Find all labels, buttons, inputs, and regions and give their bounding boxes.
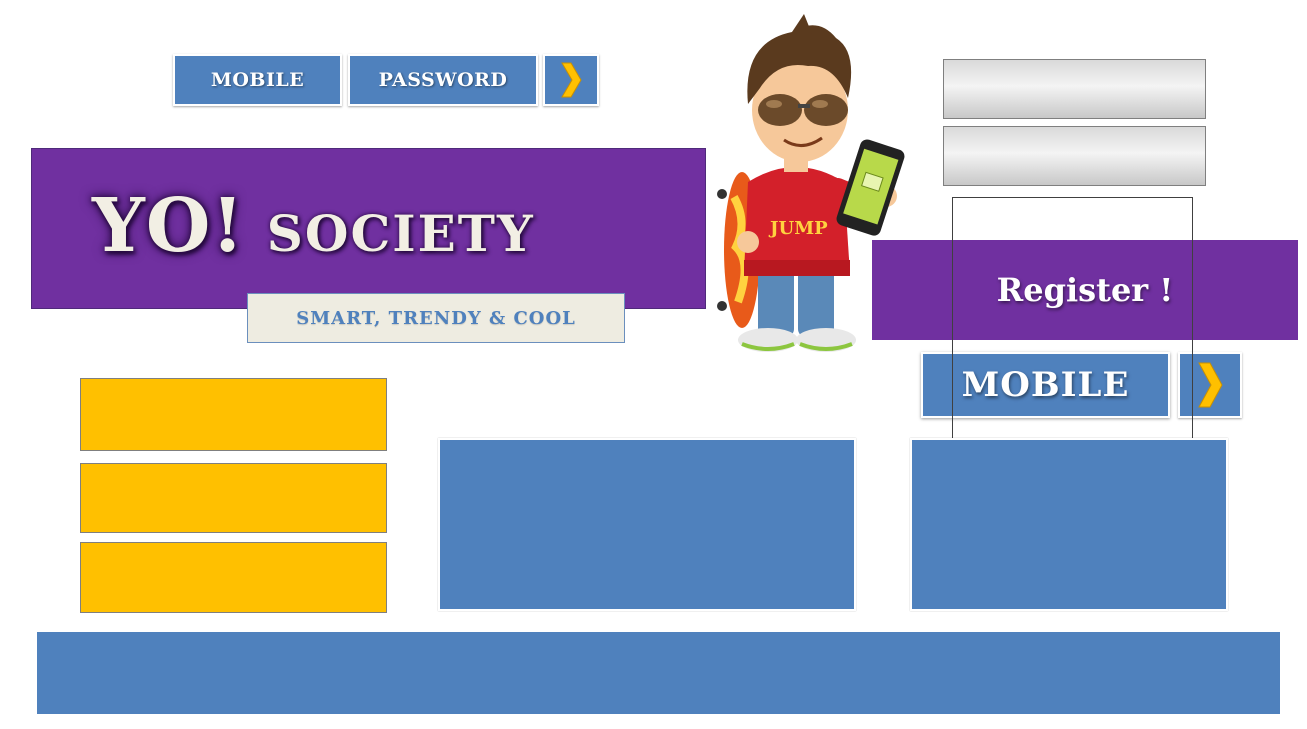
brand-logo-society: SOCIETY [266, 204, 535, 263]
brand-logo: YO! SOCIETY [92, 189, 535, 263]
login-submit-button[interactable] [543, 54, 599, 106]
login-password-label: PASSWORD [378, 69, 508, 91]
yellow-tile-1[interactable] [80, 378, 387, 451]
chevron-right-icon [561, 62, 582, 98]
brand-logo-yo: YO! [92, 183, 245, 269]
register-outline-frame [952, 197, 1193, 457]
content-panel-center[interactable] [438, 438, 856, 611]
yellow-tile-3[interactable] [80, 542, 387, 613]
footer-bar [37, 632, 1280, 714]
login-mobile-label: MOBILE [210, 69, 305, 91]
chevron-right-icon [1198, 362, 1223, 408]
login-password-field[interactable]: PASSWORD [348, 54, 538, 106]
register-input-2[interactable] [943, 126, 1206, 186]
login-mobile-field[interactable]: MOBILE [173, 54, 342, 106]
brand-tagline: SMART, TRENDY & COOL [247, 293, 625, 343]
brand-tagline-text: SMART, TRENDY & COOL [296, 307, 576, 329]
yellow-tile-2[interactable] [80, 463, 387, 533]
brand-banner: YO! SOCIETY [31, 148, 706, 309]
content-panel-right[interactable] [910, 438, 1228, 611]
register-input-1[interactable] [943, 59, 1206, 119]
mascot-shirt-text: JUMP [768, 218, 828, 239]
